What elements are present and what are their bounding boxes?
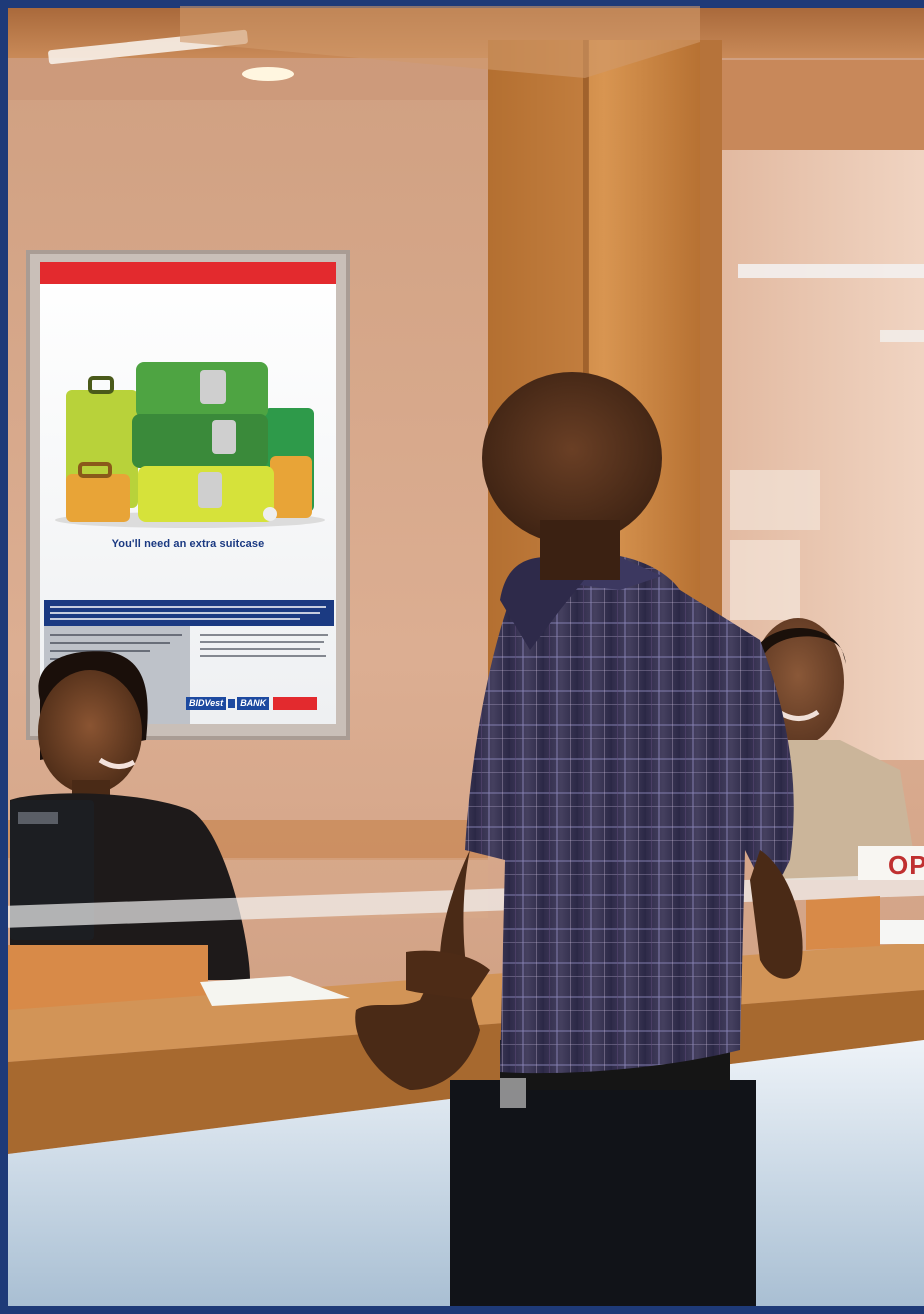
ceiling-downlight: [242, 67, 294, 81]
poster-headline: You'll need an extra suitcase: [111, 538, 265, 550]
open-sign-text: OP: [888, 850, 924, 880]
logo-red-block: [273, 697, 318, 710]
logo-left-text: BIDVest: [186, 697, 227, 710]
poster-red-band: [40, 262, 336, 284]
bank-logo: BIDVest BANK: [186, 697, 318, 710]
bank-counter-photo: [0, 0, 924, 1314]
logo-separator-icon: [228, 699, 236, 708]
logo-right-text: BANK: [237, 697, 270, 710]
